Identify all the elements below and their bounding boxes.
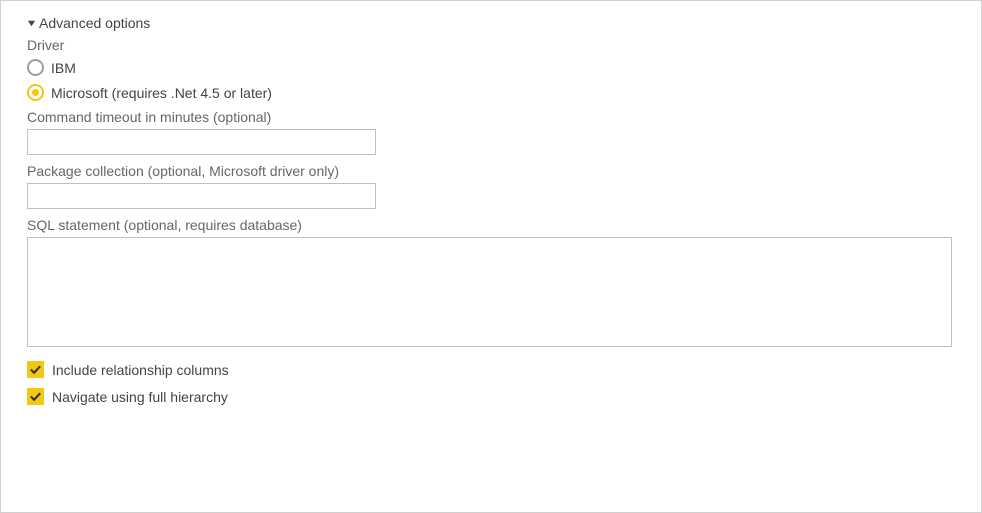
sql-statement-label: SQL statement (optional, requires databa… — [27, 217, 955, 233]
checkbox-checked-icon — [27, 361, 44, 378]
advanced-options-header-label: Advanced options — [39, 15, 150, 31]
sql-statement-input[interactable] — [27, 237, 952, 347]
collapse-icon — [27, 15, 36, 31]
driver-option-microsoft[interactable]: Microsoft (requires .Net 4.5 or later) — [27, 84, 955, 101]
command-timeout-label: Command timeout in minutes (optional) — [27, 109, 955, 125]
radio-icon — [27, 59, 44, 76]
radio-icon — [27, 84, 44, 101]
package-collection-label: Package collection (optional, Microsoft … — [27, 163, 955, 179]
checkbox-checked-icon — [27, 388, 44, 405]
package-collection-input[interactable] — [27, 183, 376, 209]
driver-option-ibm[interactable]: IBM — [27, 59, 955, 76]
include-relationship-columns-checkbox[interactable]: Include relationship columns — [27, 361, 955, 378]
include-relationship-columns-label: Include relationship columns — [52, 362, 229, 378]
navigate-full-hierarchy-checkbox[interactable]: Navigate using full hierarchy — [27, 388, 955, 405]
advanced-options-panel: Advanced options Driver IBM Microsoft (r… — [0, 0, 982, 513]
driver-label: Driver — [27, 37, 955, 53]
navigate-full-hierarchy-label: Navigate using full hierarchy — [52, 389, 228, 405]
command-timeout-input[interactable] — [27, 129, 376, 155]
driver-option-ibm-label: IBM — [51, 60, 76, 76]
advanced-options-toggle[interactable]: Advanced options — [27, 15, 955, 31]
driver-option-microsoft-label: Microsoft (requires .Net 4.5 or later) — [51, 85, 272, 101]
